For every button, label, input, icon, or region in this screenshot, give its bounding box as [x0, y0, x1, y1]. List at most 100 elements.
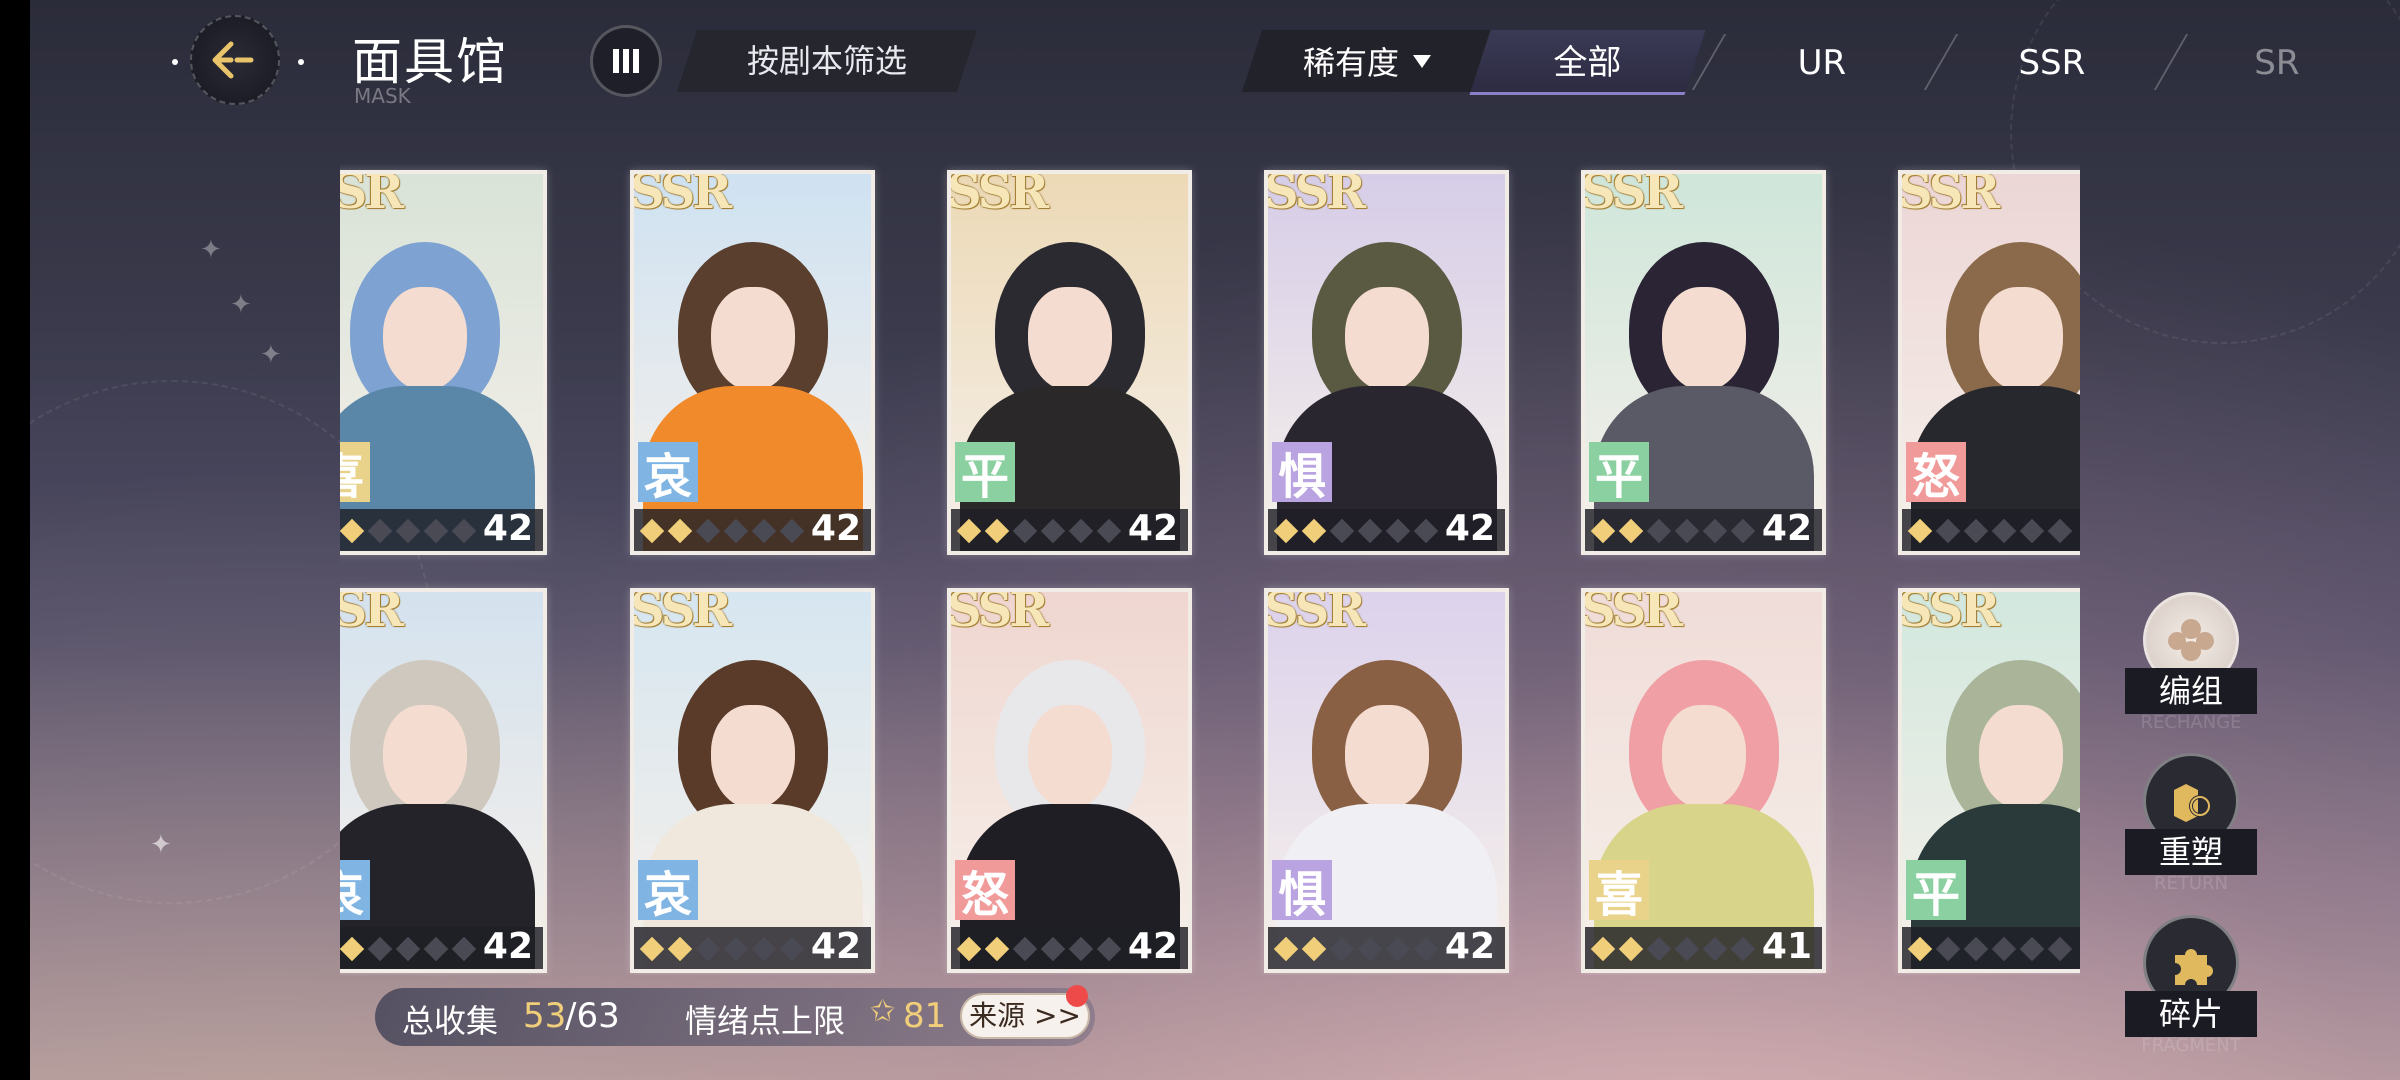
tab-label: 全部 [1553, 43, 1622, 83]
star-icon [1907, 518, 1933, 544]
character-face [1344, 705, 1429, 810]
star-icon [779, 936, 805, 962]
star-icon [984, 518, 1010, 544]
rarity-badge: SSR [340, 588, 404, 638]
star-icon [1096, 936, 1122, 962]
character-card[interactable]: SSR 喜 41 [1581, 588, 1826, 973]
reshape-button-sublabel: RETURN [2153, 873, 2229, 894]
view-toggle-button[interactable] [590, 25, 662, 97]
rarity-badge: SSR [1898, 170, 2000, 220]
character-face [1978, 705, 2063, 810]
star-icon [1963, 936, 1989, 962]
decor-dot [298, 59, 304, 65]
star-icon [1329, 936, 1355, 962]
star-icon [2047, 936, 2073, 962]
rarity-badge: SSR [947, 170, 1049, 220]
star-icon [1040, 936, 1066, 962]
star-icon [451, 936, 477, 962]
card-level: 42 [810, 926, 861, 967]
star-rating [340, 936, 477, 962]
character-card[interactable]: SSR 平 42 [947, 170, 1192, 555]
star-rating [1590, 518, 1756, 544]
character-card[interactable]: SSR 哀 42 [630, 170, 875, 555]
card-level: 42 [810, 508, 861, 549]
star-icon [423, 518, 449, 544]
tab-ssr[interactable]: SSR [1935, 30, 2170, 92]
star-icon [395, 936, 421, 962]
star-icon [451, 518, 477, 544]
rarity-badge: SSR [947, 588, 1049, 638]
character-card[interactable]: SSR 惧 42 [1264, 588, 1509, 973]
character-card[interactable]: SSR 哀 42 [340, 588, 547, 973]
star-icon [1646, 936, 1672, 962]
card-footer: 41 [1585, 926, 1822, 969]
script-filter-button[interactable]: 按剧本筛选 [676, 30, 978, 92]
character-card[interactable]: SSR 喜 42 [340, 170, 547, 555]
group-button-sublabel: RECHANGE [2140, 712, 2242, 733]
emotion-badge: 怒 [1906, 442, 1966, 505]
card-footer: 42 [340, 926, 543, 969]
star-icon [779, 518, 805, 544]
character-face [710, 287, 795, 392]
character-card[interactable]: SSR 平 [1898, 588, 2080, 973]
star-icon [1301, 936, 1327, 962]
script-filter-label: 按剧本筛选 [746, 42, 907, 80]
star-icon [1012, 518, 1038, 544]
star-icon [723, 936, 749, 962]
star-icon [695, 518, 721, 544]
star-icon [1702, 936, 1728, 962]
character-card[interactable]: SSR 惧 42 [1264, 170, 1509, 555]
star-icon [639, 936, 665, 962]
star-icon [2047, 518, 2073, 544]
rarity-dropdown[interactable]: 稀有度 [1241, 30, 1493, 92]
star-icon [1991, 518, 2017, 544]
star-icon [956, 936, 982, 962]
collect-label: 总收集 [402, 1002, 499, 1040]
star-icon [1273, 936, 1299, 962]
star-icon [667, 518, 693, 544]
character-card[interactable]: SSR 怒 [1898, 170, 2080, 555]
notification-dot [1066, 985, 1088, 1007]
star-rating [1273, 936, 1439, 962]
star-rating [639, 518, 805, 544]
emotion-limit-label: 情绪点上限 [685, 1002, 846, 1040]
collect-current: 53 [523, 996, 567, 1036]
star-icon [367, 936, 393, 962]
character-card[interactable]: SSR 平 42 [1581, 170, 1826, 555]
star-icon [1413, 518, 1439, 544]
emotion-badge: 哀 [638, 442, 698, 505]
tab-all[interactable]: 全部 [1469, 30, 1706, 95]
fragment-button-label: 碎片 [2125, 991, 2257, 1037]
card-art [340, 592, 543, 969]
card-level: 41 [1761, 926, 1812, 967]
star-rating [1907, 518, 2073, 544]
back-button[interactable] [172, 15, 304, 105]
star-icon [667, 936, 693, 962]
character-face [382, 705, 467, 810]
rarity-badge: SSR [1898, 588, 2000, 638]
star-icon [1702, 518, 1728, 544]
character-card[interactable]: SSR 哀 42 [630, 588, 875, 973]
star-icon [751, 518, 777, 544]
emotion-badge: 喜 [340, 442, 370, 505]
tab-sr[interactable]: SR [2160, 30, 2395, 92]
star-rating [1907, 936, 2073, 962]
star-icon [1991, 936, 2017, 962]
emotion-badge: 平 [955, 442, 1015, 505]
card-footer [1902, 509, 2080, 551]
star-icon [367, 518, 393, 544]
emotion-limit-value: 81 [903, 996, 947, 1036]
tab-ur[interactable]: UR [1705, 30, 1940, 92]
mask-gallery-screen: ✦ ✦ ✦ ✦ 面具馆 MASK 按剧本筛选 稀有度 全部 UR SSR SR … [30, 0, 2400, 1080]
card-level: 42 [482, 926, 533, 967]
star-icon [1413, 936, 1439, 962]
star-icon [395, 518, 421, 544]
character-face [1978, 287, 2063, 392]
emotion-badge: 哀 [638, 860, 698, 923]
page-subtitle: MASK [354, 84, 411, 108]
star-icon [1273, 518, 1299, 544]
star-icon [695, 936, 721, 962]
character-card[interactable]: SSR 怒 42 [947, 588, 1192, 973]
star-icon [2019, 936, 2045, 962]
star-icon [340, 518, 365, 544]
